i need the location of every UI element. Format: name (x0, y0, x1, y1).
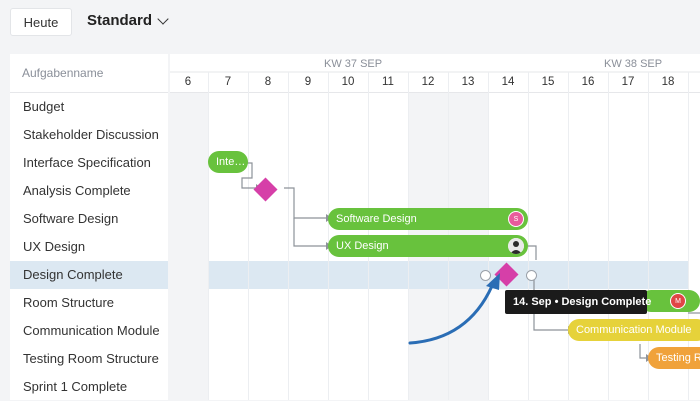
day-label: 9 (304, 76, 312, 88)
task-panel: Aufgabenname Budget Stakeholder Discussio… (10, 54, 168, 400)
day-label: 7 (224, 76, 232, 88)
task-row[interactable]: UX Design (10, 233, 168, 261)
dependency-handle-right[interactable] (526, 270, 537, 281)
task-row[interactable]: Testing Room Structure (10, 345, 168, 373)
task-name-column-header: Aufgabenname (10, 54, 168, 93)
task-row[interactable]: Communication Module (10, 317, 168, 345)
today-button[interactable]: Heute (10, 8, 72, 36)
day-label: 12 (421, 76, 435, 88)
toolbar: Heute Standard (0, 0, 700, 50)
week-label: KW 37 SEP (324, 58, 383, 70)
day-label: 13 (461, 76, 475, 88)
week-label: KW 38 SEP (604, 58, 663, 70)
task-row[interactable]: Interface Specification (10, 149, 168, 177)
view-label: Standard (87, 12, 153, 29)
dependency-handle-left[interactable] (480, 270, 491, 281)
day-label: 18 (661, 76, 675, 88)
task-bar-ux-design[interactable]: UX Design (328, 235, 528, 257)
chevron-down-icon (157, 12, 169, 25)
day-label: 6 (184, 76, 192, 88)
view-selector[interactable]: Standard (87, 12, 169, 29)
task-bar-communication-module[interactable]: Communication Module (568, 319, 700, 341)
task-bar-label: Testing Ro (656, 352, 700, 364)
day-label: 11 (382, 76, 394, 88)
gantt-chart: KW 37 SEP KW 38 SEP 6 7 8 9 10 11 12 13 14 15 16 17… (170, 54, 700, 400)
day-label: 10 (341, 76, 355, 88)
task-bar-interface-specification[interactable]: Inte… (208, 151, 248, 173)
day-label: 15 (541, 76, 555, 88)
day-label: 16 (581, 76, 595, 88)
task-bar-label: UX Design (336, 240, 389, 252)
task-bar-label: Inte… (216, 156, 246, 168)
day-label: 14 (501, 76, 515, 88)
assignee-avatar: S (508, 211, 524, 227)
task-row[interactable]: Software Design (10, 205, 168, 233)
assignee-avatar-photo (508, 238, 524, 254)
task-row[interactable]: Budget (10, 93, 168, 121)
assignee-avatar: M (670, 293, 686, 309)
day-label: 8 (264, 76, 272, 88)
task-bar-label: Software Design (336, 213, 417, 225)
task-row[interactable]: Sprint 1 Complete (10, 373, 168, 401)
task-row[interactable]: Design Complete (10, 261, 168, 289)
task-row[interactable]: Analysis Complete (10, 177, 168, 205)
task-bar-testing-room-structure[interactable]: Testing Ro (648, 347, 700, 369)
task-row[interactable]: Stakeholder Discussion (10, 121, 168, 149)
task-bar-label: Communication Module (576, 324, 692, 336)
day-label: 17 (621, 76, 635, 88)
milestone-tooltip: 14. Sep • Design Complete (505, 290, 651, 314)
task-bar-software-design[interactable]: Software Design S (328, 208, 528, 230)
task-row[interactable]: Room Structure (10, 289, 168, 317)
